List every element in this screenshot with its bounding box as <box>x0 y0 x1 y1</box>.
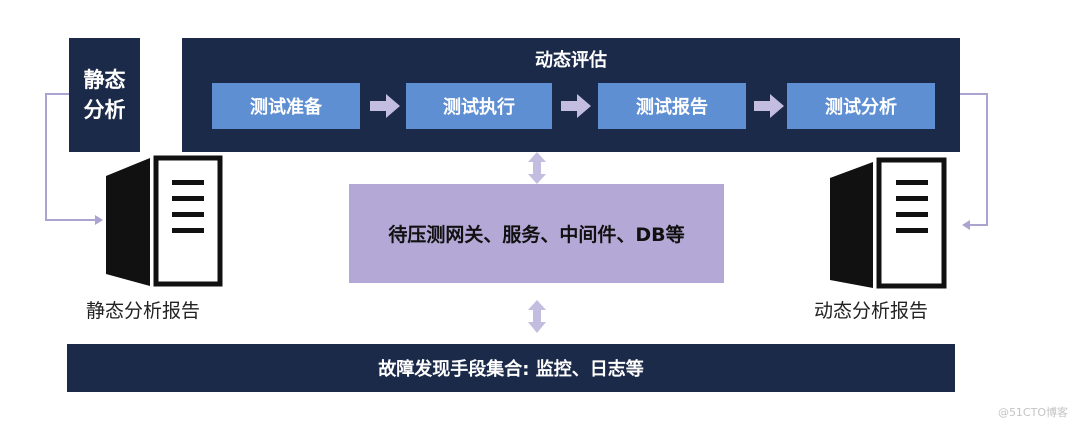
step-test-prepare: 测试准备 <box>212 83 360 129</box>
flow-arrow-3-icon <box>754 94 784 118</box>
fault-discovery-label: 故障发现手段集合: 监控、日志等 <box>378 359 644 380</box>
double-arrow-top <box>528 152 546 184</box>
dynamic-evaluation-box: 动态评估 测试准备 测试执行 测试报告 测试分析 <box>182 38 960 152</box>
step-test-execute: 测试执行 <box>406 83 552 129</box>
dynamic-report-connector-arrowhead <box>962 220 970 230</box>
static-analysis-label: 静态分析 <box>83 68 126 122</box>
target-system-box: 待压测网关、服务、中间件、DB等 <box>349 184 724 283</box>
flow-arrow-1-icon <box>370 94 400 118</box>
static-report-connector-arrowhead <box>95 215 103 225</box>
watermark: @51CTO博客 <box>997 406 1068 419</box>
double-arrow-bottom <box>528 300 546 333</box>
step-label: 测试报告 <box>636 97 708 118</box>
fault-discovery-bar: 故障发现手段集合: 监控、日志等 <box>67 344 955 392</box>
flow-arrow-2-icon <box>561 94 591 118</box>
static-analysis-box: 静态分析 <box>69 38 140 152</box>
step-test-report: 测试报告 <box>598 83 746 129</box>
dynamic-report-label: 动态分析报告 <box>814 300 929 322</box>
static-report-document-icon <box>106 155 223 287</box>
dynamic-report-connector <box>960 93 988 226</box>
dynamic-evaluation-title: 动态评估 <box>535 50 607 71</box>
step-label: 测试准备 <box>250 97 322 118</box>
step-test-analysis: 测试分析 <box>787 83 935 129</box>
step-label: 测试分析 <box>825 97 897 118</box>
target-system-label: 待压测网关、服务、中间件、DB等 <box>388 224 685 246</box>
step-label: 测试执行 <box>443 97 515 118</box>
static-report-label: 静态分析报告 <box>86 300 201 322</box>
dynamic-report-document-icon <box>830 157 947 289</box>
